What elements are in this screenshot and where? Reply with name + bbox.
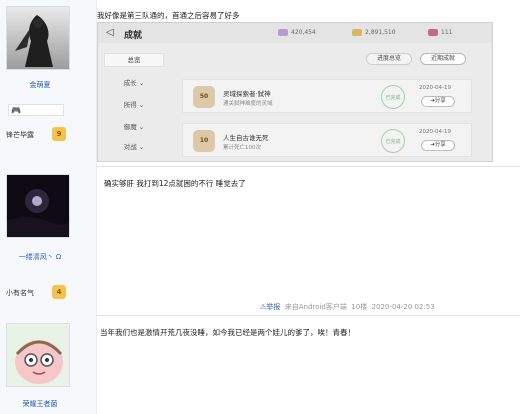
post-meta: ⚠举报 来自Android客户端 10楼 2020-04-20 02:53 bbox=[260, 302, 435, 312]
card-date: 2020-04-19 bbox=[419, 129, 451, 135]
menu-item-3: 御魔 ⌄ bbox=[123, 123, 145, 131]
medal-icon: 50 bbox=[193, 86, 215, 108]
menu-item-4: 对战 ⌄ bbox=[123, 143, 145, 151]
game-title: 成就 bbox=[124, 31, 143, 41]
post-content: 确实够肝 我打到12点就困的不行 睡觉去了 bbox=[104, 179, 246, 188]
user-sidebar: 金萌夏 🎮 锋芒毕露 9 bbox=[0, 0, 97, 166]
share-button: ➜分享 bbox=[421, 96, 455, 107]
post-content: 我好像是第三队通的，首通之后容易了好多 bbox=[97, 11, 240, 20]
post-content: 当年我们也是激情开荒几夜没睡，如今我已经是两个娃儿的爹了，唉！青春！ bbox=[100, 328, 355, 337]
floor: 10楼 bbox=[351, 303, 368, 311]
menu-overview: 总览 bbox=[104, 53, 164, 67]
level-name: 锋芒毕露 bbox=[6, 131, 34, 139]
card-sub: 累计死亡100次 bbox=[223, 145, 261, 151]
level-badge[interactable]: 9 bbox=[52, 127, 66, 141]
post-3: 荣耀王者菌 当年我们也是激情开荒几夜没睡，如今我已经是两个娃儿的爹了，唉！青春！ bbox=[0, 315, 520, 414]
level-badge[interactable]: 4 bbox=[52, 285, 66, 299]
tab-progress: 进度总览 bbox=[366, 53, 412, 65]
user-sidebar: 荣耀王者菌 bbox=[0, 315, 97, 414]
menu-item-2: 所得 ⌄ bbox=[123, 101, 145, 109]
avatar[interactable] bbox=[6, 6, 70, 70]
completed-stamp-icon: 已完成 bbox=[381, 85, 405, 109]
post-2: 一缕清风丶 Ω 小有名气 4 确实够肝 我打到12点就困的不行 睡觉去了 ⚠举报… bbox=[0, 166, 520, 315]
username[interactable]: 金萌夏 bbox=[0, 80, 80, 90]
avatar[interactable] bbox=[6, 323, 70, 387]
post-1: 金萌夏 🎮 锋芒毕露 9 我好像是第三队通的，首通之后容易了好多 ◁ 成就 42… bbox=[0, 0, 520, 166]
medal-icon: 10 bbox=[193, 130, 215, 152]
achievement-card-1: 50 灵域探索者·弑神 通关弑神难度的灵域 已完成 2020-04-19 ➜分享 bbox=[182, 79, 472, 113]
share-button: ➜分享 bbox=[421, 140, 455, 151]
stat-purple: 420,454 bbox=[278, 29, 316, 36]
datetime: 2020-04-20 02:53 bbox=[371, 303, 435, 311]
level-name: 小有名气 bbox=[6, 289, 34, 297]
menu-item-1: 成长 ⌄ bbox=[123, 79, 145, 87]
game-icon-strip: 🎮 bbox=[8, 104, 64, 116]
achievement-card-2: 10 人生自古谁无死 累计死亡100次 已完成 2020-04-19 ➜分享 bbox=[182, 123, 472, 157]
username[interactable]: 荣耀王者菌 bbox=[0, 399, 80, 409]
user-sidebar: 一缕清风丶 Ω 小有名气 4 bbox=[0, 166, 97, 315]
card-title: 人生自古谁无死 bbox=[223, 134, 269, 142]
tab-recent: 近期成就 bbox=[420, 53, 466, 65]
stat-feather: 111 bbox=[428, 29, 452, 36]
card-date: 2020-04-19 bbox=[419, 85, 451, 91]
card-title: 灵域探索者·弑神 bbox=[223, 90, 271, 98]
source: 来自Android客户端 bbox=[284, 303, 347, 311]
game-header: ◁ 成就 420,454 2,891,510 111 bbox=[98, 23, 492, 43]
report-link[interactable]: ⚠举报 bbox=[260, 303, 280, 311]
stat-gold: 2,891,510 bbox=[352, 29, 396, 36]
username[interactable]: 一缕清风丶 Ω bbox=[0, 252, 80, 262]
card-sub: 通关弑神难度的灵域 bbox=[223, 101, 273, 107]
embedded-screenshot[interactable]: ◁ 成就 420,454 2,891,510 111 总览 成长 ⌄ 所得 ⌄ … bbox=[97, 22, 493, 162]
completed-stamp-icon: 已完成 bbox=[381, 129, 405, 153]
avatar[interactable] bbox=[6, 174, 70, 238]
back-arrow-icon: ◁ bbox=[106, 27, 114, 38]
gamepad-icon: 🎮 bbox=[11, 106, 21, 115]
